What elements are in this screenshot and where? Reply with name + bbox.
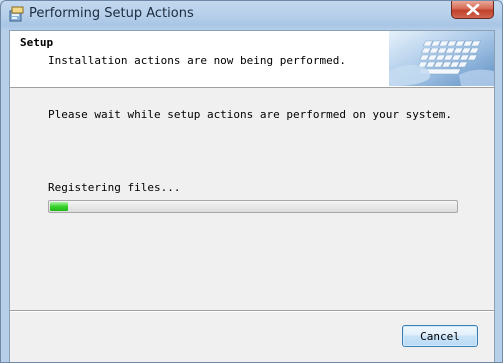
banner-title: Setup xyxy=(20,36,54,49)
banner-subtitle: Installation actions are now being perfo… xyxy=(48,54,347,67)
close-icon xyxy=(466,4,480,15)
window-title: Performing Setup Actions xyxy=(29,6,194,21)
header-banner: Setup Installation actions are now being… xyxy=(10,31,494,88)
title-bar[interactable]: Performing Setup Actions xyxy=(1,1,502,28)
setup-package-icon xyxy=(9,5,25,23)
instruction-text: Please wait while setup actions are perf… xyxy=(48,108,452,121)
cancel-button[interactable]: Cancel xyxy=(402,325,478,347)
button-separator xyxy=(10,310,494,312)
keyboard-image xyxy=(389,31,494,86)
progress-bar xyxy=(48,200,458,213)
setup-dialog-window: Performing Setup Actions Setup Installat… xyxy=(0,0,503,363)
status-text: Registering files... xyxy=(48,181,181,194)
dialog-body: Setup Installation actions are now being… xyxy=(9,30,495,362)
progress-fill xyxy=(50,202,69,211)
close-button[interactable] xyxy=(451,1,494,19)
